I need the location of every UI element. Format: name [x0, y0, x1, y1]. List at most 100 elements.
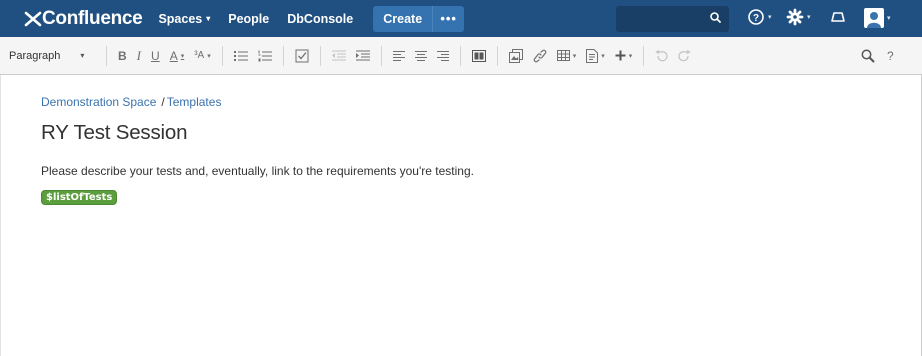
paragraph-format-label: Paragraph	[9, 49, 61, 62]
undo-button[interactable]	[651, 44, 672, 68]
confluence-logo[interactable]: Confluence	[24, 7, 143, 30]
editor-content[interactable]: Demonstration Space / Templates RY Test …	[41, 95, 474, 205]
breadcrumb-separator: /	[161, 95, 165, 109]
help-icon: ?	[748, 9, 764, 25]
settings-menu-button[interactable]: ▾	[786, 8, 811, 26]
user-avatar-icon	[864, 8, 884, 28]
help-menu-button[interactable]: ? ▾	[747, 8, 772, 26]
chevron-down-icon: ▾	[572, 52, 577, 60]
insert-table-button[interactable]: ▾	[553, 44, 581, 68]
template-icon	[586, 48, 599, 63]
paragraph-format-dropdown[interactable]: Paragraph ▾	[9, 50, 100, 62]
outdent-button[interactable]	[328, 44, 350, 68]
outdent-icon	[331, 50, 346, 60]
file-image-icon	[508, 48, 523, 63]
toolbar-divider	[496, 45, 498, 66]
chevron-down-icon: ▾	[768, 14, 772, 21]
indent-button[interactable]	[352, 44, 374, 68]
task-list-button[interactable]	[291, 44, 313, 68]
underline-icon: U	[151, 48, 160, 63]
nav-spaces-label: Spaces	[158, 11, 203, 26]
page-layout-button[interactable]	[468, 44, 490, 68]
undo-icon	[655, 49, 668, 61]
redo-button[interactable]	[674, 44, 695, 68]
nav-people-label: People	[228, 11, 270, 26]
toolbar-divider	[106, 45, 107, 66]
numbered-list-icon	[258, 50, 272, 61]
indent-icon	[355, 50, 370, 60]
notifications-icon	[831, 12, 845, 22]
chevron-down-icon: ▾	[180, 52, 185, 60]
chevron-down-icon: ▾	[80, 51, 85, 60]
align-left-icon	[392, 50, 405, 61]
logo-text: Confluence	[42, 7, 143, 29]
breadcrumb-item-space[interactable]: Demonstration Space	[41, 95, 156, 109]
more-formatting-button[interactable]: ³A ▾	[190, 44, 215, 68]
checkbox-icon	[295, 49, 309, 62]
insert-file-button[interactable]	[505, 44, 527, 68]
plus-icon	[615, 50, 626, 61]
editor-left-border	[0, 75, 1, 356]
primary-nav: Spaces ▾ People DbConsole Create •••	[158, 0, 465, 37]
editor-help-button[interactable]: ?	[883, 44, 898, 68]
confluence-x-icon	[24, 11, 42, 26]
chevron-down-icon: ▾	[628, 52, 633, 60]
chevron-down-icon: ▾	[207, 52, 211, 60]
breadcrumb: Demonstration Space / Templates	[41, 95, 474, 109]
align-right-button[interactable]	[433, 44, 453, 68]
page-layout-icon	[471, 49, 486, 62]
bullet-list-icon	[233, 50, 248, 61]
notifications-button[interactable]	[830, 8, 846, 26]
link-icon	[533, 49, 547, 62]
italic-icon: I	[136, 47, 142, 63]
toolbar-divider	[221, 45, 223, 66]
top-navigation-bar: Confluence Spaces ▾ People DbConsole Cre…	[0, 0, 922, 37]
chevron-down-icon: ▾	[807, 14, 811, 21]
text-color-button[interactable]: A ▾	[166, 44, 189, 68]
redo-icon	[678, 49, 691, 61]
bold-icon: B	[118, 48, 127, 63]
toolbar-divider	[459, 45, 461, 66]
nav-people[interactable]: People	[228, 12, 269, 26]
nav-dbconsole-label: DbConsole	[287, 11, 354, 26]
search-icon	[861, 49, 875, 63]
search-input[interactable]	[616, 6, 729, 32]
bold-button[interactable]: B	[114, 44, 131, 68]
more-formatting-icon: ³A	[194, 50, 205, 61]
table-icon	[556, 50, 570, 61]
help-icon: ?	[887, 49, 894, 63]
svg-text:?: ?	[753, 13, 759, 24]
toolbar-divider	[319, 45, 321, 66]
underline-button[interactable]: U	[147, 44, 164, 68]
user-menu-button[interactable]: ▾	[864, 8, 891, 28]
align-left-button[interactable]	[389, 44, 409, 68]
body-paragraph[interactable]: Please describe your tests and, eventual…	[41, 164, 474, 178]
insert-template-button[interactable]: ▾	[582, 44, 609, 68]
chevron-down-icon: ▾	[887, 15, 891, 22]
insert-link-button[interactable]	[529, 44, 551, 68]
create-button-label: Create	[383, 11, 423, 26]
page-title[interactable]: RY Test Session	[41, 121, 474, 145]
create-more-button[interactable]: •••	[432, 5, 465, 32]
create-button[interactable]: Create	[373, 5, 433, 32]
toolbar-divider	[282, 45, 284, 66]
template-variable-placeholder[interactable]: $listOfTests	[41, 190, 118, 205]
toolbar-divider	[380, 45, 382, 66]
nav-spaces[interactable]: Spaces ▾	[158, 12, 210, 26]
numbered-list-button[interactable]	[254, 44, 276, 68]
toolbar-divider	[643, 45, 645, 66]
chevron-down-icon: ▾	[206, 14, 211, 23]
search-icon	[709, 11, 722, 29]
chevron-down-icon: ▾	[601, 52, 605, 60]
align-center-icon	[414, 50, 427, 61]
nav-dbconsole[interactable]: DbConsole	[287, 12, 353, 26]
editor-toolbar: Paragraph ▾ B I U A ▾ ³A ▾ ▾ ▾ ▾ ?	[0, 37, 922, 75]
find-replace-button[interactable]	[857, 44, 879, 68]
more-dots-icon: •••	[440, 11, 457, 26]
italic-button[interactable]: I	[133, 44, 145, 68]
breadcrumb-item-templates[interactable]: Templates	[167, 95, 222, 109]
align-center-button[interactable]	[411, 44, 431, 68]
bullet-list-button[interactable]	[230, 44, 252, 68]
settings-icon	[786, 8, 804, 26]
insert-more-button[interactable]: ▾	[611, 44, 637, 68]
